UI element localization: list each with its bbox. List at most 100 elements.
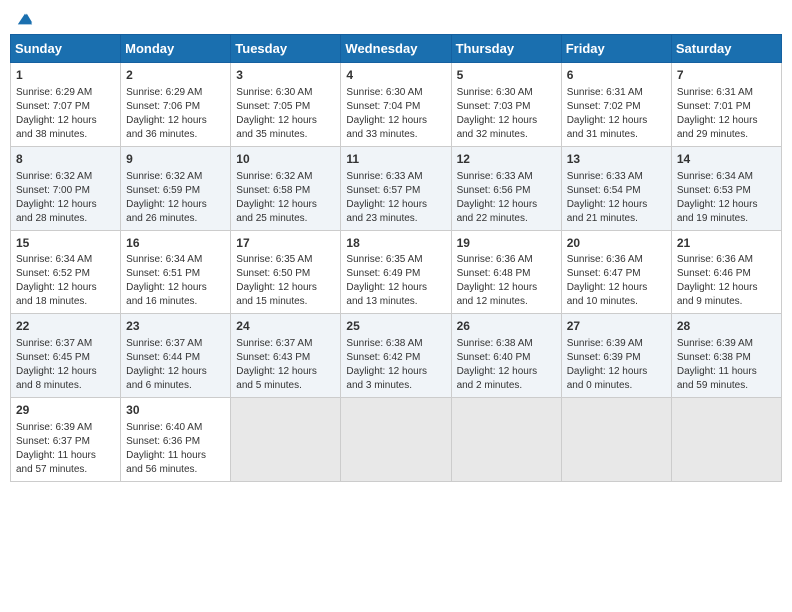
weekday-header: Thursday — [451, 35, 561, 63]
calendar-cell: 5 Sunrise: 6:30 AM Sunset: 7:03 PM Dayli… — [451, 63, 561, 147]
day-number: 11 — [346, 151, 445, 168]
sunrise-text: Sunrise: 6:33 AM — [457, 171, 533, 182]
weekday-header: Friday — [561, 35, 671, 63]
day-number: 15 — [16, 235, 115, 252]
day-number: 24 — [236, 318, 335, 335]
calendar-week-row: 15 Sunrise: 6:34 AM Sunset: 6:52 PM Dayl… — [11, 230, 782, 314]
daylight-text: Daylight: 12 hours and 13 minutes. — [346, 282, 427, 307]
sunrise-text: Sunrise: 6:38 AM — [346, 338, 422, 349]
calendar-cell: 21 Sunrise: 6:36 AM Sunset: 6:46 PM Dayl… — [671, 230, 781, 314]
sunrise-text: Sunrise: 6:30 AM — [236, 87, 312, 98]
sunset-text: Sunset: 6:42 PM — [346, 352, 420, 363]
daylight-text: Daylight: 12 hours and 28 minutes. — [16, 199, 97, 224]
sunset-text: Sunset: 6:49 PM — [346, 268, 420, 279]
daylight-text: Daylight: 12 hours and 26 minutes. — [126, 199, 207, 224]
sunset-text: Sunset: 6:58 PM — [236, 185, 310, 196]
daylight-text: Daylight: 12 hours and 21 minutes. — [567, 199, 648, 224]
daylight-text: Daylight: 12 hours and 3 minutes. — [346, 366, 427, 391]
daylight-text: Daylight: 12 hours and 31 minutes. — [567, 115, 648, 140]
calendar-cell: 10 Sunrise: 6:32 AM Sunset: 6:58 PM Dayl… — [231, 146, 341, 230]
daylight-text: Daylight: 12 hours and 0 minutes. — [567, 366, 648, 391]
calendar-cell — [341, 398, 451, 482]
sunset-text: Sunset: 6:54 PM — [567, 185, 641, 196]
sunrise-text: Sunrise: 6:35 AM — [236, 254, 312, 265]
calendar-cell: 16 Sunrise: 6:34 AM Sunset: 6:51 PM Dayl… — [121, 230, 231, 314]
weekday-header: Wednesday — [341, 35, 451, 63]
sunset-text: Sunset: 6:47 PM — [567, 268, 641, 279]
sunrise-text: Sunrise: 6:39 AM — [677, 338, 753, 349]
calendar-cell: 19 Sunrise: 6:36 AM Sunset: 6:48 PM Dayl… — [451, 230, 561, 314]
sunset-text: Sunset: 7:07 PM — [16, 101, 90, 112]
calendar-cell: 17 Sunrise: 6:35 AM Sunset: 6:50 PM Dayl… — [231, 230, 341, 314]
daylight-text: Daylight: 12 hours and 2 minutes. — [457, 366, 538, 391]
sunset-text: Sunset: 6:56 PM — [457, 185, 531, 196]
calendar-cell: 15 Sunrise: 6:34 AM Sunset: 6:52 PM Dayl… — [11, 230, 121, 314]
daylight-text: Daylight: 12 hours and 12 minutes. — [457, 282, 538, 307]
day-number: 7 — [677, 67, 776, 84]
sunrise-text: Sunrise: 6:32 AM — [126, 171, 202, 182]
logo-icon — [16, 10, 34, 28]
day-number: 10 — [236, 151, 335, 168]
calendar-cell — [671, 398, 781, 482]
sunrise-text: Sunrise: 6:31 AM — [567, 87, 643, 98]
sunset-text: Sunset: 6:48 PM — [457, 268, 531, 279]
page-header — [10, 10, 782, 28]
daylight-text: Daylight: 12 hours and 25 minutes. — [236, 199, 317, 224]
calendar-cell: 4 Sunrise: 6:30 AM Sunset: 7:04 PM Dayli… — [341, 63, 451, 147]
sunset-text: Sunset: 6:39 PM — [567, 352, 641, 363]
daylight-text: Daylight: 12 hours and 23 minutes. — [346, 199, 427, 224]
daylight-text: Daylight: 11 hours and 57 minutes. — [16, 450, 96, 475]
sunset-text: Sunset: 6:38 PM — [677, 352, 751, 363]
sunset-text: Sunset: 7:03 PM — [457, 101, 531, 112]
daylight-text: Daylight: 12 hours and 5 minutes. — [236, 366, 317, 391]
calendar-cell: 14 Sunrise: 6:34 AM Sunset: 6:53 PM Dayl… — [671, 146, 781, 230]
sunrise-text: Sunrise: 6:30 AM — [457, 87, 533, 98]
day-number: 6 — [567, 67, 666, 84]
sunset-text: Sunset: 6:44 PM — [126, 352, 200, 363]
sunset-text: Sunset: 6:52 PM — [16, 268, 90, 279]
sunrise-text: Sunrise: 6:35 AM — [346, 254, 422, 265]
calendar-cell: 20 Sunrise: 6:36 AM Sunset: 6:47 PM Dayl… — [561, 230, 671, 314]
sunrise-text: Sunrise: 6:34 AM — [16, 254, 92, 265]
daylight-text: Daylight: 12 hours and 15 minutes. — [236, 282, 317, 307]
daylight-text: Daylight: 12 hours and 29 minutes. — [677, 115, 758, 140]
calendar-cell: 18 Sunrise: 6:35 AM Sunset: 6:49 PM Dayl… — [341, 230, 451, 314]
calendar-cell: 13 Sunrise: 6:33 AM Sunset: 6:54 PM Dayl… — [561, 146, 671, 230]
day-number: 30 — [126, 402, 225, 419]
calendar-cell: 22 Sunrise: 6:37 AM Sunset: 6:45 PM Dayl… — [11, 314, 121, 398]
day-number: 29 — [16, 402, 115, 419]
calendar-week-row: 22 Sunrise: 6:37 AM Sunset: 6:45 PM Dayl… — [11, 314, 782, 398]
day-number: 16 — [126, 235, 225, 252]
sunrise-text: Sunrise: 6:39 AM — [16, 422, 92, 433]
sunset-text: Sunset: 7:01 PM — [677, 101, 751, 112]
sunset-text: Sunset: 6:40 PM — [457, 352, 531, 363]
logo — [14, 10, 34, 28]
calendar-cell: 30 Sunrise: 6:40 AM Sunset: 6:36 PM Dayl… — [121, 398, 231, 482]
sunset-text: Sunset: 7:04 PM — [346, 101, 420, 112]
day-number: 27 — [567, 318, 666, 335]
sunset-text: Sunset: 6:50 PM — [236, 268, 310, 279]
sunrise-text: Sunrise: 6:33 AM — [567, 171, 643, 182]
daylight-text: Daylight: 12 hours and 32 minutes. — [457, 115, 538, 140]
sunrise-text: Sunrise: 6:36 AM — [567, 254, 643, 265]
calendar-cell: 29 Sunrise: 6:39 AM Sunset: 6:37 PM Dayl… — [11, 398, 121, 482]
daylight-text: Daylight: 12 hours and 9 minutes. — [677, 282, 758, 307]
calendar-cell: 2 Sunrise: 6:29 AM Sunset: 7:06 PM Dayli… — [121, 63, 231, 147]
sunrise-text: Sunrise: 6:29 AM — [126, 87, 202, 98]
day-number: 22 — [16, 318, 115, 335]
day-number: 12 — [457, 151, 556, 168]
calendar-header-row: SundayMondayTuesdayWednesdayThursdayFrid… — [11, 35, 782, 63]
sunset-text: Sunset: 7:00 PM — [16, 185, 90, 196]
daylight-text: Daylight: 12 hours and 33 minutes. — [346, 115, 427, 140]
sunset-text: Sunset: 6:51 PM — [126, 268, 200, 279]
daylight-text: Daylight: 12 hours and 22 minutes. — [457, 199, 538, 224]
daylight-text: Daylight: 12 hours and 8 minutes. — [16, 366, 97, 391]
calendar-cell: 11 Sunrise: 6:33 AM Sunset: 6:57 PM Dayl… — [341, 146, 451, 230]
sunrise-text: Sunrise: 6:32 AM — [16, 171, 92, 182]
day-number: 8 — [16, 151, 115, 168]
weekday-header: Saturday — [671, 35, 781, 63]
calendar-cell: 3 Sunrise: 6:30 AM Sunset: 7:05 PM Dayli… — [231, 63, 341, 147]
day-number: 14 — [677, 151, 776, 168]
day-number: 3 — [236, 67, 335, 84]
day-number: 9 — [126, 151, 225, 168]
